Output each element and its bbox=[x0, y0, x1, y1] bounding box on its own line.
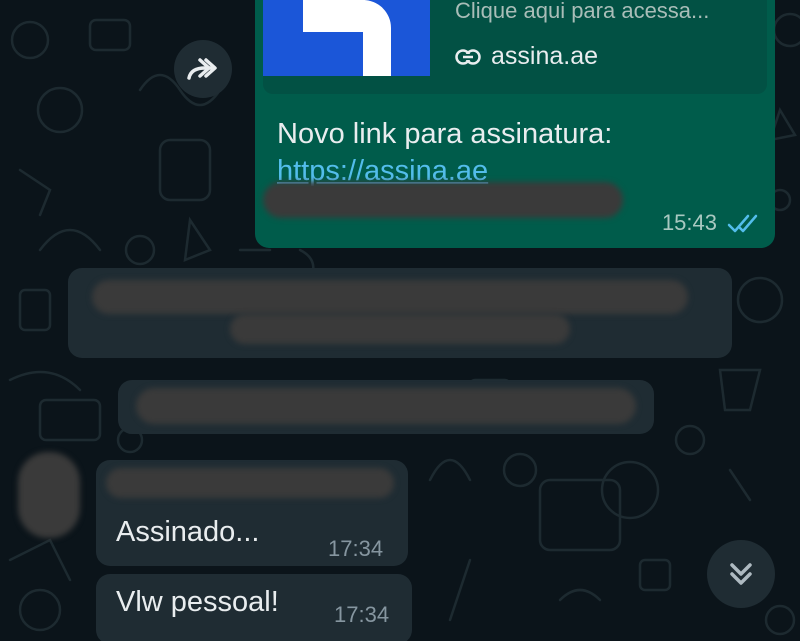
sender-name-redacted bbox=[106, 468, 394, 498]
message-text: Assinado... bbox=[116, 516, 260, 548]
link-preview-domain-row: assina.ae bbox=[455, 42, 598, 71]
message-timestamp: 17:34 bbox=[328, 536, 384, 561]
avatar[interactable] bbox=[18, 452, 80, 538]
redacted-text bbox=[136, 388, 636, 424]
link-preview-domain: assina.ae bbox=[491, 42, 599, 70]
incoming-message-bubble[interactable]: Assinado... 17:34 bbox=[96, 460, 408, 566]
message-timestamp: 17:34 bbox=[334, 602, 390, 627]
redacted-text bbox=[263, 182, 623, 218]
chat-screen: Clique aqui para acessa... assina.ae Nov… bbox=[0, 0, 800, 641]
redacted-text bbox=[230, 314, 570, 344]
message-text: Vlw pessoal! bbox=[116, 586, 279, 618]
link-preview-description: Clique aqui para acessa... bbox=[455, 0, 710, 23]
outgoing-message-bubble[interactable]: Clique aqui para acessa... assina.ae Nov… bbox=[255, 0, 775, 248]
link-preview-card[interactable]: Clique aqui para acessa... assina.ae bbox=[263, 0, 767, 94]
message-text: Novo link para assinatura: bbox=[277, 118, 613, 150]
link-icon bbox=[455, 48, 481, 65]
link-preview-thumbnail bbox=[263, 0, 430, 88]
chevron-double-down-icon bbox=[730, 563, 752, 585]
double-check-icon bbox=[727, 214, 758, 233]
message-timestamp: 15:43 bbox=[661, 210, 717, 235]
incoming-message-bubble[interactable]: Vlw pessoal! 17:34 bbox=[96, 574, 412, 641]
forward-button[interactable] bbox=[174, 40, 232, 98]
scroll-to-bottom-button[interactable] bbox=[707, 540, 775, 608]
redacted-text bbox=[92, 280, 688, 314]
forward-icon bbox=[187, 58, 217, 80]
